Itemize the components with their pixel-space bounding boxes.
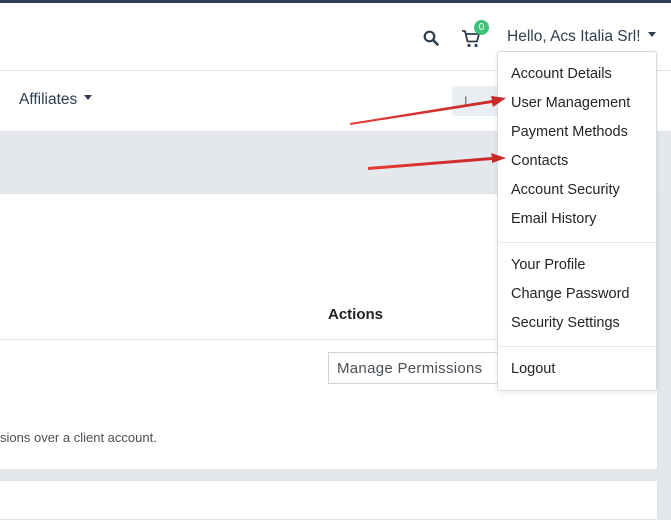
search-icon[interactable] xyxy=(423,30,439,46)
chevron-down-icon xyxy=(84,95,93,101)
secondary-card xyxy=(0,480,658,520)
account-dropdown-menu: Account Details User Management Payment … xyxy=(497,51,657,391)
manage-permissions-button[interactable]: Manage Permissions xyxy=(328,352,513,384)
menu-item-your-profile[interactable]: Your Profile xyxy=(511,257,585,273)
cart-count-badge: 0 xyxy=(474,20,489,35)
chevron-down-icon xyxy=(647,32,656,38)
menu-item-change-password[interactable]: Change Password xyxy=(511,286,630,302)
help-text: sions over a client account. xyxy=(0,430,157,445)
greeting-text: Hello, Acs Italia Srl! xyxy=(507,28,641,45)
menu-item-security-settings[interactable]: Security Settings xyxy=(511,315,620,331)
actions-column-header: Actions xyxy=(328,306,384,323)
nav-affiliates[interactable]: Affiliates xyxy=(19,91,93,109)
menu-item-user-management[interactable]: User Management xyxy=(511,95,630,111)
menu-item-contacts[interactable]: Contacts xyxy=(511,153,568,169)
nav-affiliates-label: Affiliates xyxy=(19,91,78,108)
menu-divider xyxy=(498,346,656,347)
menu-divider xyxy=(498,242,656,243)
menu-item-payment-methods[interactable]: Payment Methods xyxy=(511,124,628,140)
menu-item-account-security[interactable]: Account Security xyxy=(511,182,620,198)
user-menu-trigger[interactable]: Hello, Acs Italia Srl! xyxy=(507,28,656,50)
menu-item-email-history[interactable]: Email History xyxy=(511,211,596,227)
nav-button-partially-hidden[interactable]: L xyxy=(452,86,502,116)
nav-button-fragment: L xyxy=(464,93,472,109)
menu-item-account-details[interactable]: Account Details xyxy=(511,66,612,82)
menu-item-logout[interactable]: Logout xyxy=(511,361,555,377)
